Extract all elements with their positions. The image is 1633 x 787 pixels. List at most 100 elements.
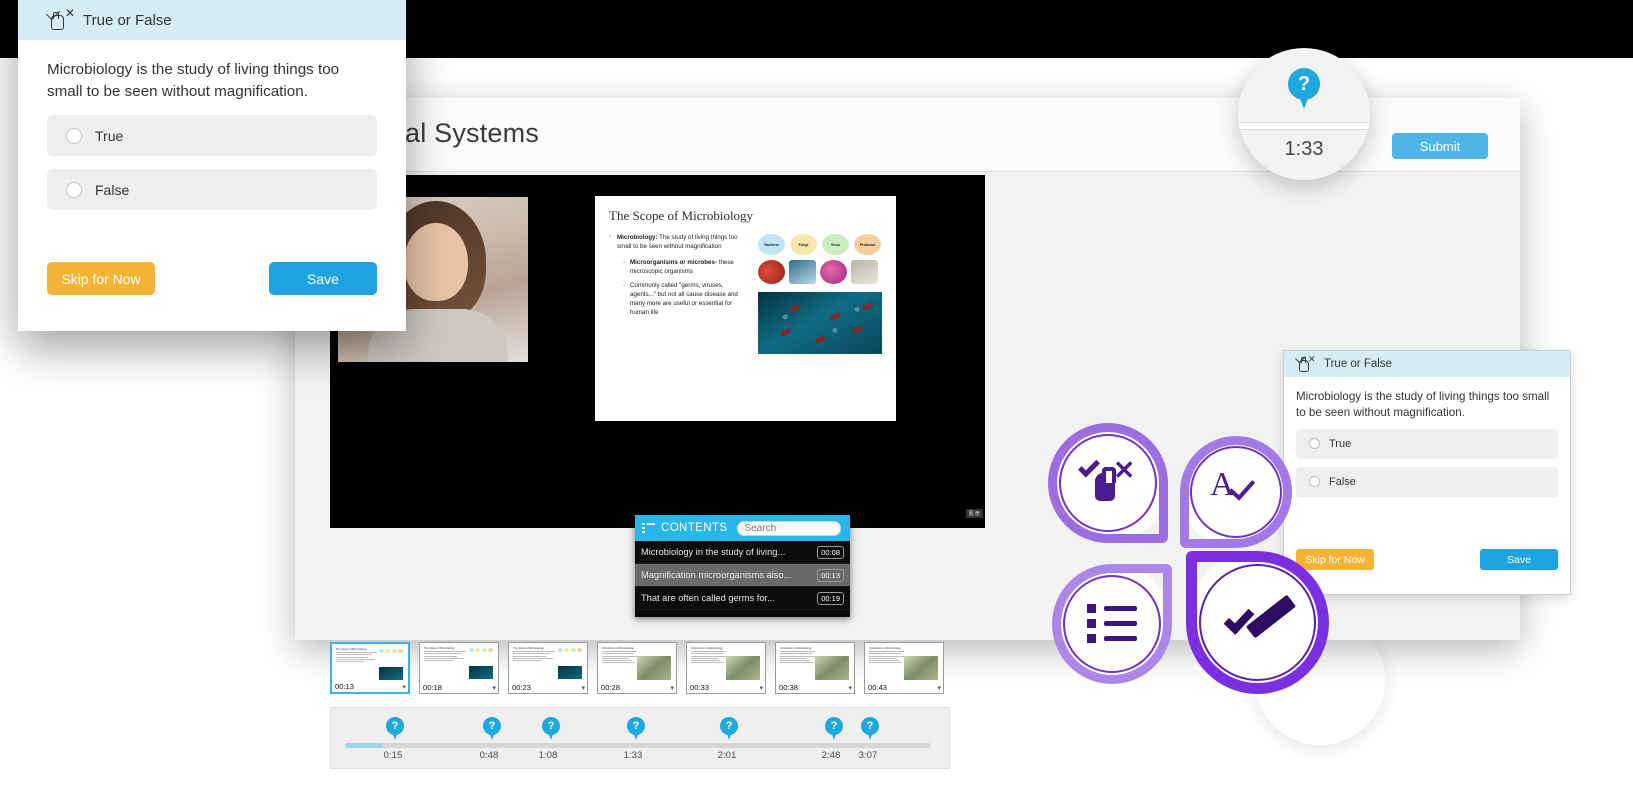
browser-window: al Systems Submit The Scope of Microbiol… xyxy=(295,98,1571,769)
thumbnail-menu-icon[interactable]: ▾ xyxy=(581,684,585,692)
thumbnail[interactable]: Introduction to Microbiology 00:33 ▾ xyxy=(686,642,766,694)
slide-graphics: Bacteria Fungi Virus Protozoa xyxy=(758,234,882,354)
quiz-popup-header: ✕ True or False xyxy=(18,0,406,40)
slide-thumbnail-strip[interactable]: The Scope of Microbiology 00:13 ▾ The Sc… xyxy=(330,642,950,694)
thumbnail-time: 00:28 xyxy=(600,683,622,692)
timeline-label: 3:07 xyxy=(858,750,878,761)
contents-item-3[interactable]: That are often called germs for... 00:19 xyxy=(635,587,850,610)
slide-title: The Scope of Microbiology xyxy=(609,208,754,223)
save-button[interactable]: Save xyxy=(269,262,377,295)
question-pin-icon: ? xyxy=(1288,68,1320,110)
thumbnail-menu-icon[interactable]: ▾ xyxy=(937,684,941,692)
chip-bacteria: Bacteria xyxy=(758,234,785,255)
bold-check-icon xyxy=(1223,594,1296,647)
contents-item-2[interactable]: Magnification microorganisms also... 00:… xyxy=(635,564,850,587)
question-pin-icon[interactable]: ? xyxy=(542,717,560,741)
bulleted-list-icon xyxy=(1087,604,1137,644)
radio-icon[interactable] xyxy=(1309,438,1320,450)
search-input[interactable] xyxy=(737,520,842,536)
contents-item-label: That are often called germs for... xyxy=(641,593,775,603)
timeline-label: 2:01 xyxy=(717,750,737,761)
true-false-icon: ✕ xyxy=(45,5,75,32)
thumbnail[interactable]: Introduction to Microbiology 00:38 ▾ xyxy=(775,642,855,694)
timeline-label: 0:15 xyxy=(383,750,403,761)
organism-photos xyxy=(758,260,882,284)
slide-corner-badge: 图 册 xyxy=(965,509,983,518)
timeline-label: 0:48 xyxy=(479,750,499,761)
inapp-quiz-question: Microbiology is the study of living thin… xyxy=(1296,390,1550,419)
slide-bullet-1: Microbiology: The study of living things… xyxy=(609,233,750,252)
inapp-option-label: True xyxy=(1329,437,1352,450)
thumbnail[interactable]: The Scope of Microbiology 00:23 ▾ xyxy=(508,642,588,694)
timeline-label: 1:33 xyxy=(623,750,643,761)
question-pin-icon[interactable]: ? xyxy=(825,717,843,741)
radio-icon[interactable] xyxy=(66,181,82,198)
contents-title: CONTENTS xyxy=(661,522,728,534)
question-pin-icon[interactable]: ? xyxy=(861,717,879,741)
thumbnail-menu-icon[interactable]: ▾ xyxy=(402,683,406,691)
question-pin-icon[interactable]: ? xyxy=(720,717,738,741)
inapp-quiz-header: ✕ True or False xyxy=(1284,351,1570,377)
presentation-slide: The Scope of Microbiology Microbiology: … xyxy=(595,196,896,421)
radio-icon[interactable] xyxy=(66,127,82,144)
quiz-popup-card: ✕ True or False Microbiology is the stud… xyxy=(18,0,406,331)
option-false[interactable]: False xyxy=(47,169,377,211)
thumbnail-time: 00:18 xyxy=(422,683,444,692)
slide-bullets: Microbiology: The study of living things… xyxy=(609,233,750,354)
contents-panel: CONTENTS Microbiology in the study of li… xyxy=(635,515,850,617)
microscope-image xyxy=(758,292,882,354)
contents-item-time: 00:19 xyxy=(817,591,844,605)
quiz-type-label: True or False xyxy=(83,11,172,29)
question-pin-icon[interactable]: ? xyxy=(627,717,645,741)
thumbnail-time: 00:23 xyxy=(511,683,533,692)
contents-list-icon xyxy=(642,522,655,534)
inapp-quiz-card: ✕ True or False Microbiology is the stud… xyxy=(1283,350,1571,595)
contents-item-time: 00:08 xyxy=(817,545,844,559)
thumbnail-menu-icon[interactable]: ▾ xyxy=(848,684,852,692)
survey-feature-icon[interactable] xyxy=(1186,551,1329,694)
contents-header: CONTENTS xyxy=(635,515,850,541)
multiple-choice-feature-icon[interactable] xyxy=(1052,564,1172,684)
inapp-save-button[interactable]: Save xyxy=(1480,549,1558,570)
magnified-time-label: 1:33 xyxy=(1284,138,1324,160)
thumbnail-menu-icon[interactable]: ▾ xyxy=(492,684,496,692)
video-stage[interactable]: The Scope of Microbiology Microbiology: … xyxy=(330,175,985,528)
inapp-option-label: False xyxy=(1329,475,1356,488)
question-pin-icon[interactable]: ? xyxy=(483,717,501,741)
page-title: al Systems xyxy=(405,118,540,148)
inapp-option-true[interactable]: True xyxy=(1296,428,1558,459)
contents-item-label: Microbiology in the study of living... xyxy=(641,547,786,557)
submit-button[interactable]: Submit xyxy=(1392,133,1488,159)
contents-item-1[interactable]: Microbiology in the study of living... 0… xyxy=(635,541,850,564)
timeline-label: 2:48 xyxy=(821,750,841,761)
chip-protozoa: Protozoa xyxy=(854,234,881,255)
fill-in-blank-feature-icon[interactable]: A xyxy=(1180,436,1292,548)
magnifier-callout: ? 1:33 xyxy=(1238,48,1370,180)
thumbnail-menu-icon[interactable]: ▾ xyxy=(759,684,763,692)
inapp-skip-button[interactable]: Skip for Now xyxy=(1296,549,1374,570)
timeline-label: 1:08 xyxy=(538,750,558,761)
thumbnail-time: 00:33 xyxy=(689,683,711,692)
inapp-option-false[interactable]: False xyxy=(1296,466,1558,497)
thumbnail[interactable]: Introduction to Microbiology 00:43 ▾ xyxy=(864,642,944,694)
inapp-quiz-type-label: True or False xyxy=(1324,358,1392,370)
option-true[interactable]: True xyxy=(47,115,377,157)
timeline[interactable]: ? ? ? ? ? ? ? 0:15 0:48 1:08 1:33 2:01 2… xyxy=(330,707,950,769)
quiz-question: Microbiology is the study of living thin… xyxy=(47,61,340,100)
thumbnail-menu-icon[interactable]: ▾ xyxy=(670,684,674,692)
thumbnail[interactable]: The Scope of Microbiology 00:18 ▾ xyxy=(419,642,499,694)
thumbnail-time: 00:43 xyxy=(867,683,889,692)
skip-for-now-button[interactable]: Skip for Now xyxy=(47,262,155,295)
magnified-timeline-track xyxy=(1238,122,1370,130)
check-x-hand-icon: ✕ xyxy=(1078,455,1137,509)
slide-bullet-3: Commonly called "germs, viruses, agents.… xyxy=(623,282,750,318)
thumbnail[interactable]: Introduction to Microbiology 00:28 ▾ xyxy=(597,642,677,694)
true-false-feature-icon[interactable]: ✕ xyxy=(1048,423,1168,543)
true-false-icon: ✕ xyxy=(1295,352,1316,373)
timeline-track[interactable] xyxy=(345,743,931,748)
a-check-icon: A xyxy=(1208,468,1264,516)
thumbnail[interactable]: The Scope of Microbiology 00:13 ▾ xyxy=(330,642,410,694)
question-pin-icon[interactable]: ? xyxy=(386,717,404,741)
radio-icon[interactable] xyxy=(1309,476,1320,488)
inapp-quiz-actions: Skip for Now Save xyxy=(1284,549,1570,570)
